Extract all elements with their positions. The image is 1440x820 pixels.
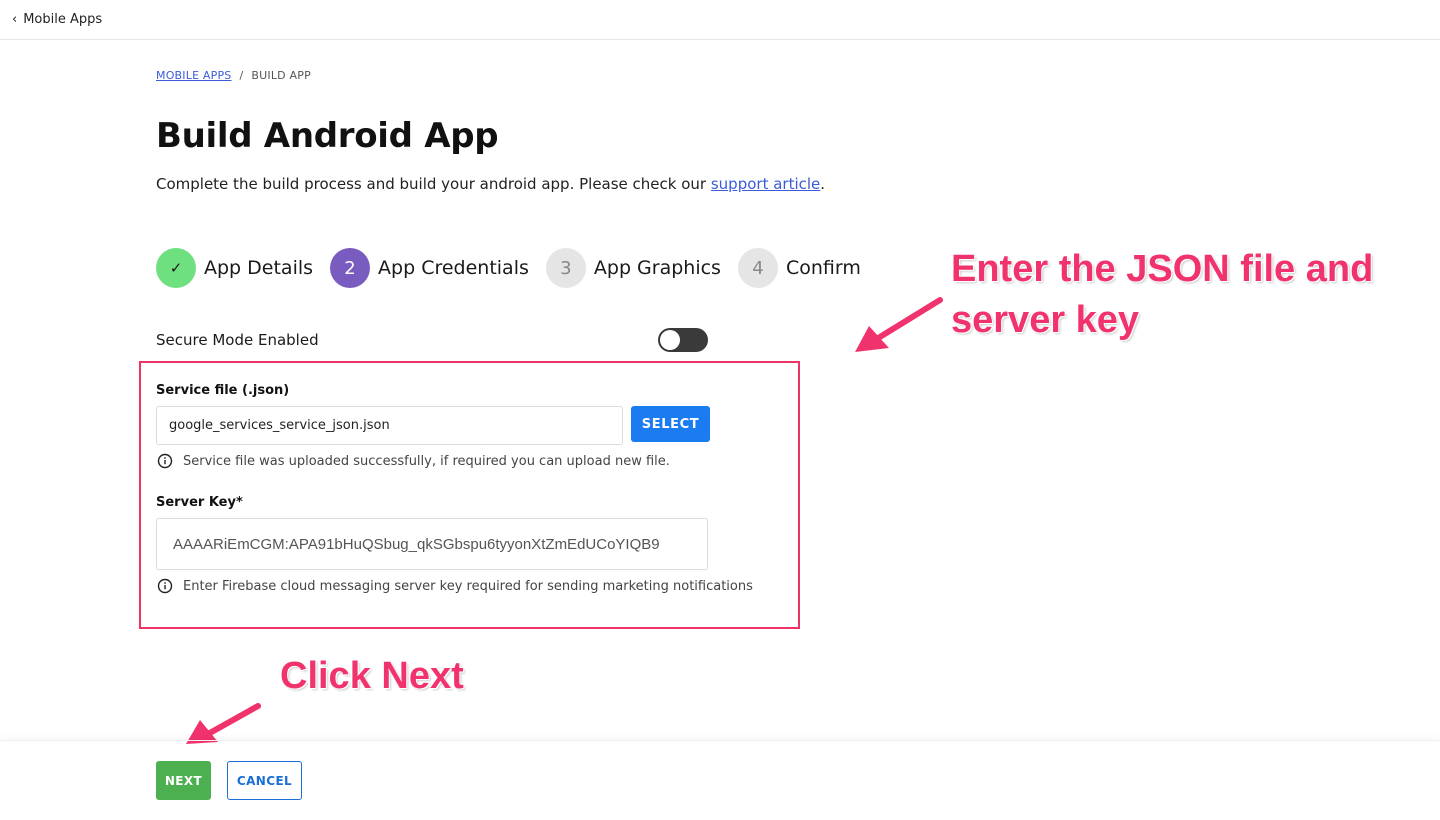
annotation-arrow-icon (855, 297, 943, 352)
secure-mode-label: Secure Mode Enabled (156, 331, 319, 349)
step-app-graphics[interactable]: 3 App Graphics (545, 248, 721, 288)
step-confirm[interactable]: 4 Confirm (737, 248, 861, 288)
step-number: 4 (737, 248, 778, 288)
back-to-mobile-apps-link[interactable]: ‹ Mobile Apps (12, 12, 102, 27)
support-article-link[interactable]: support article (711, 175, 820, 193)
step-number: 3 (545, 248, 586, 288)
service-file-hint-text: Service file was uploaded successfully, … (183, 453, 670, 469)
breadcrumb-mobile-apps-link[interactable]: MOBILE APPS (156, 69, 232, 82)
toggle-knob (660, 330, 680, 350)
footer-bar (0, 740, 1440, 820)
page-subtitle: Complete the build process and build you… (156, 175, 825, 193)
breadcrumb-current: BUILD APP (251, 69, 311, 82)
build-stepper: ✓ App Details 2 App Credentials 3 App Gr… (156, 248, 878, 288)
page-title: Build Android App (156, 116, 499, 156)
step-label: App Graphics (593, 257, 721, 279)
step-app-credentials[interactable]: 2 App Credentials (330, 248, 529, 288)
check-icon: ✓ (156, 248, 196, 288)
service-file-hint: Service file was uploaded successfully, … (157, 453, 670, 469)
top-bar: ‹ Mobile Apps (0, 0, 1440, 40)
step-label: App Details (204, 257, 314, 279)
cancel-button[interactable]: CANCEL (227, 761, 302, 800)
info-icon (157, 453, 173, 469)
secure-mode-row: Secure Mode Enabled (156, 328, 708, 352)
chevron-left-icon: ‹ (12, 12, 18, 27)
server-key-input[interactable] (156, 518, 708, 570)
breadcrumb-separator: / (239, 69, 244, 82)
step-number: 2 (330, 248, 371, 288)
subtitle-text: Complete the build process and build you… (156, 175, 711, 193)
step-label: App Credentials (378, 257, 529, 279)
info-icon (157, 578, 173, 594)
annotation-json-hint: Enter the JSON file and server key (951, 248, 1374, 341)
select-file-button[interactable]: SELECT (631, 406, 710, 442)
subtitle-suffix: . (820, 175, 826, 193)
server-key-hint-text: Enter Firebase cloud messaging server ke… (183, 578, 753, 594)
service-file-input[interactable] (156, 406, 623, 445)
server-key-label: Server Key* (156, 495, 243, 510)
step-label: Confirm (785, 257, 861, 279)
breadcrumb: MOBILE APPS / BUILD APP (156, 69, 311, 82)
step-app-details[interactable]: ✓ App Details (156, 248, 313, 288)
back-link-label: Mobile Apps (23, 12, 103, 27)
annotation-next-hint: Click Next (280, 655, 464, 697)
secure-mode-toggle[interactable] (658, 328, 708, 352)
server-key-hint: Enter Firebase cloud messaging server ke… (157, 578, 753, 594)
next-button[interactable]: NEXT (156, 761, 211, 800)
service-file-label: Service file (.json) (156, 383, 290, 398)
